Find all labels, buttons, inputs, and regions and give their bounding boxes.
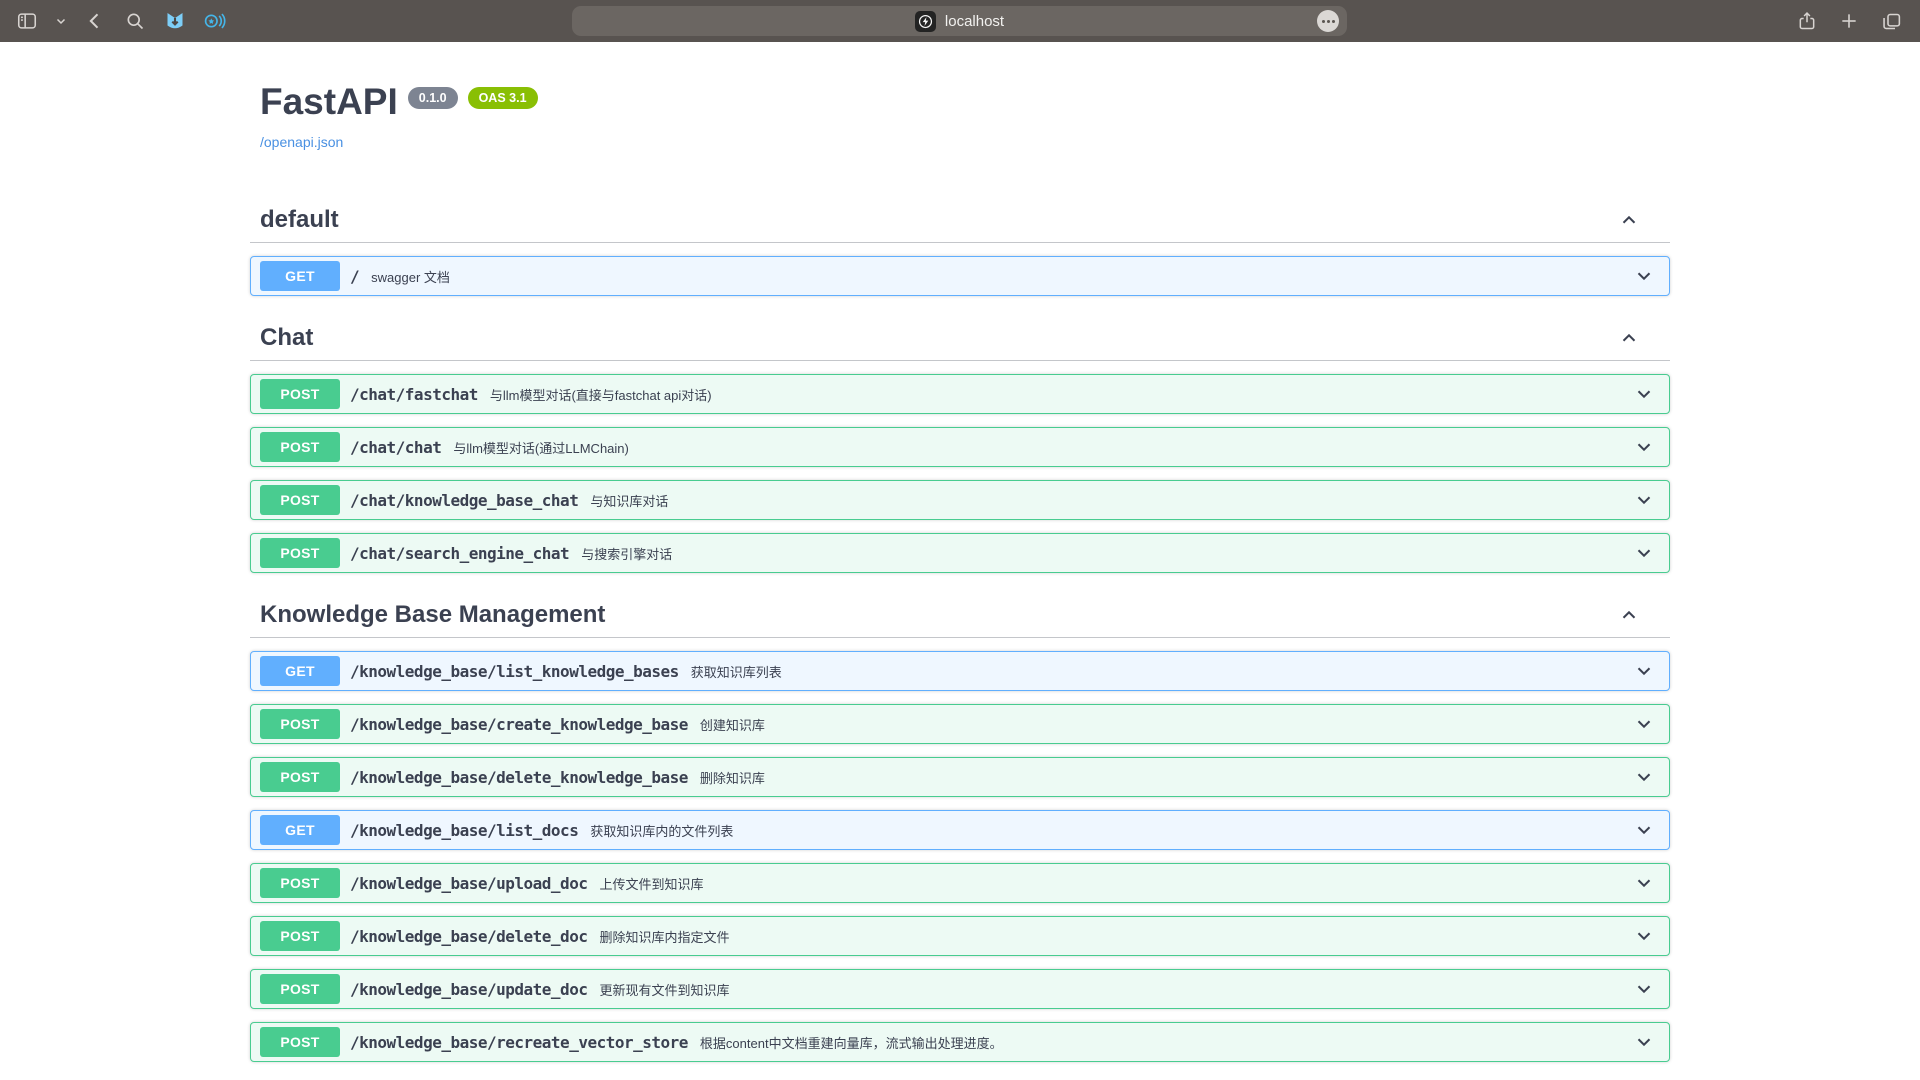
swagger-page: FastAPI 0.1.0 OAS 3.1 /openapi.json defa…	[0, 42, 1920, 1080]
operation-row-post-knowledge_base-create_knowledge_base[interactable]: POST/knowledge_base/create_knowledge_bas…	[250, 704, 1670, 744]
expand-operation-icon[interactable]	[1633, 436, 1655, 458]
api-section: default GET / swagger 文档	[250, 198, 1670, 296]
operation-path: /knowledge_base/recreate_vector_store	[350, 1033, 688, 1052]
operation-description: 删除知识库内指定文件	[599, 927, 1633, 946]
back-icon[interactable]	[82, 8, 108, 34]
expand-operation-icon[interactable]	[1633, 265, 1655, 287]
operation-path: /knowledge_base/delete_doc	[350, 927, 587, 946]
fastapi-favicon	[915, 11, 936, 32]
operation-row-post-knowledge_base-delete_knowledge_base[interactable]: POST/knowledge_base/delete_knowledge_bas…	[250, 757, 1670, 797]
method-badge: GET	[260, 261, 340, 291]
collapse-section-icon[interactable]	[1618, 209, 1640, 231]
oas-badge: OAS 3.1	[468, 87, 538, 109]
sidebar-icon[interactable]	[14, 8, 40, 34]
url-bar[interactable]: localhost	[572, 6, 1347, 36]
method-badge: POST	[260, 921, 340, 951]
operation-path: /knowledge_base/update_doc	[350, 980, 587, 999]
radar-extension-icon[interactable]	[202, 8, 228, 34]
operation-row-get-[interactable]: GET / swagger 文档	[250, 256, 1670, 296]
expand-operation-icon[interactable]	[1633, 872, 1655, 894]
operation-description: 获取知识库内的文件列表	[590, 821, 1633, 840]
operation-description: 删除知识库	[700, 768, 1633, 787]
collapse-section-icon[interactable]	[1618, 327, 1640, 349]
operation-row-get-knowledge_base-list_docs[interactable]: GET/knowledge_base/list_docs 获取知识库内的文件列表	[250, 810, 1670, 850]
operation-description: 更新现有文件到知识库	[599, 980, 1633, 999]
operation-description: 创建知识库	[700, 715, 1633, 734]
operation-description: 与llm模型对话(直接与fastchat api对话)	[490, 385, 1633, 404]
share-icon[interactable]	[1794, 8, 1820, 34]
operation-path: /knowledge_base/list_knowledge_bases	[350, 662, 679, 681]
expand-operation-icon[interactable]	[1633, 713, 1655, 735]
api-section: Knowledge Base Management GET/knowledge_b…	[250, 593, 1670, 1062]
expand-operation-icon[interactable]	[1633, 925, 1655, 947]
operation-row-post-knowledge_base-delete_doc[interactable]: POST/knowledge_base/delete_doc 删除知识库内指定文件	[250, 916, 1670, 956]
operation-row-post-knowledge_base-upload_doc[interactable]: POST/knowledge_base/upload_doc 上传文件到知识库	[250, 863, 1670, 903]
operation-row-post-knowledge_base-recreate_vector_store[interactable]: POST/knowledge_base/recreate_vector_stor…	[250, 1022, 1670, 1062]
page-title: FastAPI	[260, 80, 398, 124]
url-text: localhost	[945, 13, 1004, 30]
section-title: Knowledge Base Management	[260, 601, 605, 629]
operation-description: swagger 文档	[371, 267, 1633, 286]
operation-path: /chat/knowledge_base_chat	[350, 491, 578, 510]
version-badge: 0.1.0	[408, 87, 458, 109]
operation-row-post-chat-fastchat[interactable]: POST/chat/fastchat 与llm模型对话(直接与fastchat a…	[250, 374, 1670, 414]
operation-path: /knowledge_base/delete_knowledge_base	[350, 768, 688, 787]
expand-operation-icon[interactable]	[1633, 978, 1655, 1000]
method-badge: POST	[260, 974, 340, 1004]
operation-row-post-knowledge_base-update_doc[interactable]: POST/knowledge_base/update_doc 更新现有文件到知识库	[250, 969, 1670, 1009]
collapse-section-icon[interactable]	[1618, 604, 1640, 626]
expand-operation-icon[interactable]	[1633, 819, 1655, 841]
expand-operation-icon[interactable]	[1633, 766, 1655, 788]
api-info: FastAPI 0.1.0 OAS 3.1 /openapi.json	[250, 42, 1670, 152]
api-section: Chat POST/chat/fastchat 与llm模型对话(直接与fastch…	[250, 316, 1670, 573]
section-title: Chat	[260, 324, 313, 352]
operation-row-post-chat-search_engine_chat[interactable]: POST/chat/search_engine_chat 与搜索引擎对话	[250, 533, 1670, 573]
operation-path: /	[350, 267, 359, 286]
section-header-default[interactable]: default	[250, 198, 1670, 243]
expand-operation-icon[interactable]	[1633, 489, 1655, 511]
search-icon[interactable]	[122, 8, 148, 34]
tab-overview-icon[interactable]	[1878, 8, 1904, 34]
method-badge: POST	[260, 379, 340, 409]
expand-operation-icon[interactable]	[1633, 660, 1655, 682]
operation-description: 根据content中文档重建向量库，流式输出处理进度。	[700, 1033, 1633, 1052]
operation-path: /knowledge_base/upload_doc	[350, 874, 587, 893]
expand-operation-icon[interactable]	[1633, 1031, 1655, 1053]
expand-operation-icon[interactable]	[1633, 542, 1655, 564]
api-sections: default GET / swagger 文档 Chat POST/chat/fastc…	[250, 198, 1670, 1062]
expand-operation-icon[interactable]	[1633, 383, 1655, 405]
method-badge: POST	[260, 432, 340, 462]
operation-path: /chat/search_engine_chat	[350, 544, 569, 563]
chevron-down-icon[interactable]	[54, 8, 68, 34]
method-badge: POST	[260, 868, 340, 898]
operation-path: /knowledge_base/list_docs	[350, 821, 578, 840]
operation-description: 与搜索引擎对话	[581, 544, 1633, 563]
method-badge: POST	[260, 1027, 340, 1057]
operation-path: /knowledge_base/create_knowledge_base	[350, 715, 688, 734]
openapi-link[interactable]: /openapi.json	[260, 134, 343, 150]
operation-row-post-chat-knowledge_base_chat[interactable]: POST/chat/knowledge_base_chat 与知识库对话	[250, 480, 1670, 520]
operation-path: /chat/chat	[350, 438, 441, 457]
operation-path: /chat/fastchat	[350, 385, 478, 404]
section-header-chat[interactable]: Chat	[250, 316, 1670, 361]
browser-toolbar: localhost	[0, 0, 1920, 42]
method-badge: POST	[260, 762, 340, 792]
operation-row-get-knowledge_base-list_knowledge_bases[interactable]: GET/knowledge_base/list_knowledge_bases 获…	[250, 651, 1670, 691]
method-badge: GET	[260, 656, 340, 686]
operation-row-post-chat-chat[interactable]: POST/chat/chat 与llm模型对话(通过LLMChain)	[250, 427, 1670, 467]
operation-description: 上传文件到知识库	[599, 874, 1633, 893]
operation-description: 获取知识库列表	[691, 662, 1633, 681]
new-tab-icon[interactable]	[1836, 8, 1862, 34]
method-badge: POST	[260, 709, 340, 739]
method-badge: GET	[260, 815, 340, 845]
page-more-icon[interactable]	[1317, 10, 1339, 32]
content-blocker-extension-icon[interactable]	[162, 8, 188, 34]
method-badge: POST	[260, 485, 340, 515]
section-title: default	[260, 206, 339, 234]
method-badge: POST	[260, 538, 340, 568]
operation-description: 与llm模型对话(通过LLMChain)	[453, 438, 1633, 457]
operation-description: 与知识库对话	[590, 491, 1633, 510]
section-header-knowledge-base-management[interactable]: Knowledge Base Management	[250, 593, 1670, 638]
